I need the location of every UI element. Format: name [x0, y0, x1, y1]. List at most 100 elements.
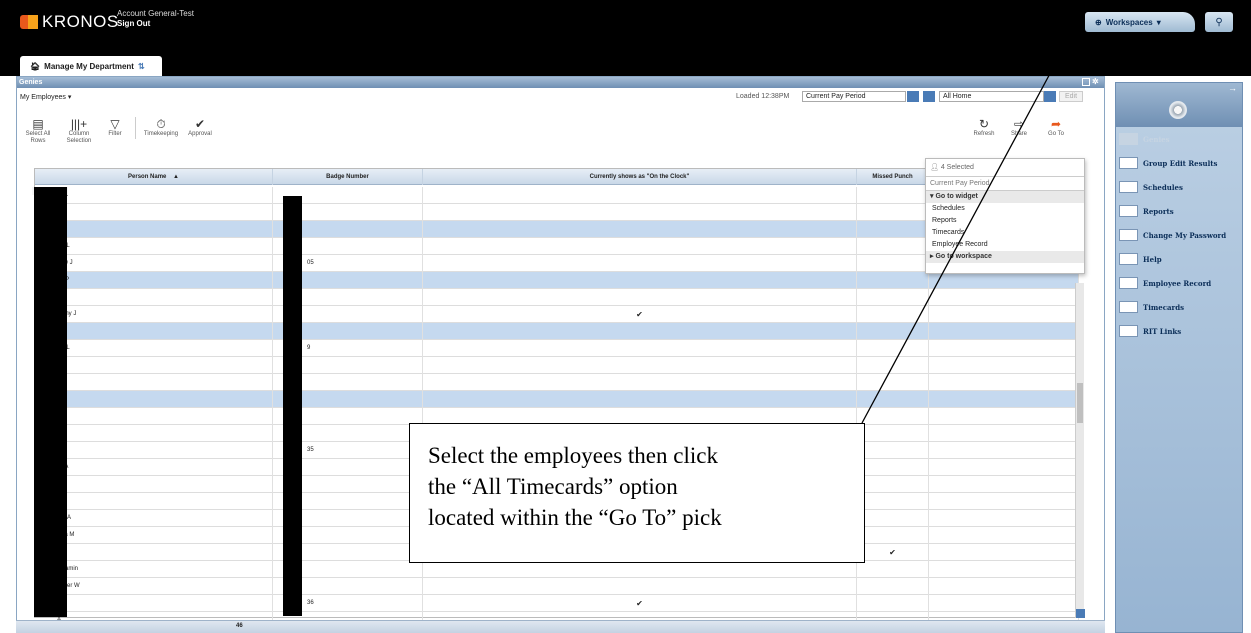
- menu-item-schedules[interactable]: Schedules: [926, 203, 1084, 215]
- maximize-icon[interactable]: [1082, 78, 1090, 86]
- cell-person-name: stila M: [35, 527, 273, 544]
- menu-item-employee-record[interactable]: Employee Record: [926, 239, 1084, 251]
- panel-header: Genies ✲: [17, 77, 1104, 88]
- callout-line-3: located within the “Go To” pick: [428, 505, 722, 530]
- scrollbar-thumb[interactable]: [1077, 383, 1083, 423]
- filter-button[interactable]: ▽ Filter: [103, 117, 127, 138]
- table-row[interactable]: la M: [35, 187, 1079, 204]
- location-dropdown-button[interactable]: [1044, 91, 1056, 102]
- menu-item-timecards[interactable]: Timecards: [926, 227, 1084, 239]
- table-row[interactable]: [35, 204, 1079, 221]
- share-button[interactable]: ⇨ Share: [1006, 117, 1032, 138]
- cell-missed-punch: [857, 510, 929, 527]
- collapse-arrow-icon[interactable]: →: [1228, 83, 1237, 93]
- cell-missed-punch: [857, 459, 929, 476]
- column-header-person-name[interactable]: Person Name ▲: [35, 169, 273, 185]
- cell-on-the-clock: [423, 391, 857, 408]
- sidebar-item-help[interactable]: Help: [1119, 252, 1162, 266]
- menu-item-reports[interactable]: Reports: [926, 215, 1084, 227]
- table-row[interactable]: a A36✔: [35, 595, 1079, 612]
- view-row: My Employees ▾ Loaded 12:38PM Current Pa…: [17, 89, 1104, 105]
- cell-on-the-clock: [423, 255, 857, 272]
- sidebar-item-group-edit-results[interactable]: Group Edit Results: [1119, 156, 1217, 170]
- menu-section-go-to-widget[interactable]: ▾ Go to widget: [926, 191, 1084, 203]
- sidebar-item-timecards[interactable]: Timecards: [1119, 300, 1184, 314]
- column-header-on-the-clock[interactable]: Currently shows as "On the Clock": [423, 169, 857, 185]
- cell-person-name: zie L: [35, 238, 273, 255]
- table-row[interactable]: thony J ✔: [35, 306, 1079, 323]
- sidebar-item-employee-record[interactable]: Employee Record: [1119, 276, 1211, 290]
- top-bar: KRONOS Account General-Test Sign Out ⊕ W…: [0, 0, 1251, 48]
- sidebar-item-change-my-password[interactable]: Change My Password: [1119, 228, 1226, 242]
- cell-missed-punch: [857, 391, 929, 408]
- account-name: Account General-Test: [117, 9, 194, 18]
- sign-out-link[interactable]: Sign Out: [117, 19, 194, 29]
- cell-on-the-clock: [423, 374, 857, 391]
- table-row[interactable]: n I: [35, 357, 1079, 374]
- row-count: 46: [236, 623, 243, 629]
- timekeeping-button[interactable]: ⏱ Timekeeping: [141, 117, 181, 138]
- sidebar-item-schedules[interactable]: Schedules: [1119, 180, 1183, 194]
- tab-menu-icon[interactable]: ⇅: [138, 62, 145, 71]
- go-to-icon: ➦: [1050, 117, 1062, 131]
- edit-button[interactable]: Edit: [1059, 91, 1083, 102]
- cell-on-the-clock: [423, 323, 857, 340]
- select-all-icon: ▤: [32, 117, 44, 131]
- settings-icon[interactable]: ✲: [1092, 78, 1100, 86]
- refresh-button[interactable]: ↻ Refresh: [971, 117, 997, 138]
- cell-missed-punch: [857, 187, 929, 204]
- calendar-icon[interactable]: [923, 91, 935, 102]
- select-all-rows-button[interactable]: ▤ Select All Rows: [21, 117, 55, 145]
- pay-period-dropdown-button[interactable]: [907, 91, 919, 102]
- kronos-logo: KRONOS: [20, 12, 119, 32]
- column-header-missed-punch[interactable]: Missed Punch: [857, 169, 929, 185]
- view-selector[interactable]: My Employees ▾: [20, 93, 71, 101]
- loaded-time: Loaded 12:38PM: [736, 93, 790, 100]
- column-header-badge-number[interactable]: Badge Number: [273, 169, 423, 185]
- search-button[interactable]: ⚲: [1205, 12, 1233, 32]
- location-select[interactable]: All Home: [939, 91, 1044, 102]
- sidebar-item-rit-links[interactable]: RIT Links: [1119, 324, 1181, 338]
- table-row[interactable]: hew J05: [35, 255, 1079, 272]
- cell-person-name: enjamin: [35, 561, 273, 578]
- view-name: My Employees: [20, 94, 66, 101]
- menu-section-go-to-workspace[interactable]: ▸ Go to workspace: [926, 251, 1084, 263]
- toolbar-divider: [135, 117, 136, 139]
- tab-manage-my-department[interactable]: 🏠︎ Manage My Department ⇅: [20, 56, 162, 76]
- column-selection-button[interactable]: |||+ Column Selection: [61, 117, 97, 145]
- table-row[interactable]: as P: [35, 272, 1079, 289]
- grid-footer: 46: [16, 620, 1105, 633]
- table-row[interactable]: A: [35, 374, 1079, 391]
- cell-person-name: as P: [35, 272, 273, 289]
- cell-missed-punch: [857, 493, 929, 510]
- table-row[interactable]: M: [35, 323, 1079, 340]
- cell-missed-punch: [857, 357, 929, 374]
- go-to-button[interactable]: ➦ Go To: [1043, 117, 1069, 138]
- sidebar-header: →: [1116, 83, 1242, 127]
- cell-extra: [929, 408, 1079, 425]
- pay-period-select[interactable]: Current Pay Period: [802, 91, 906, 102]
- cell-person-name: n I: [35, 357, 273, 374]
- cell-extra: [929, 459, 1079, 476]
- panel-title: Genies: [19, 79, 43, 86]
- workspaces-button[interactable]: ⊕ Workspaces ▾: [1085, 12, 1195, 32]
- table-row[interactable]: zie L: [35, 238, 1079, 255]
- cell-extra: [929, 391, 1079, 408]
- grid-scrollbar[interactable]: [1075, 283, 1085, 618]
- table-row[interactable]: isa L9: [35, 340, 1079, 357]
- table-row[interactable]: d C: [35, 221, 1079, 238]
- scroll-down-button[interactable]: [1076, 609, 1085, 618]
- approval-button[interactable]: ✔ Approval: [185, 117, 215, 138]
- cell-person-name: v D: [35, 544, 273, 561]
- table-row[interactable]: ander W: [35, 578, 1079, 595]
- sidebar-item-genies[interactable]: Genies: [1119, 132, 1170, 146]
- sidebar-item-reports[interactable]: Reports: [1119, 204, 1174, 218]
- filter-label: Filter: [108, 131, 122, 137]
- cell-extra: [929, 323, 1079, 340]
- cell-on-the-clock: [423, 561, 857, 578]
- table-row[interactable]: enjamin: [35, 561, 1079, 578]
- cell-person-name: t M: [35, 289, 273, 306]
- select-all-rows-label: Select All Rows: [25, 131, 51, 144]
- table-row[interactable]: t M: [35, 289, 1079, 306]
- table-row[interactable]: w L: [35, 391, 1079, 408]
